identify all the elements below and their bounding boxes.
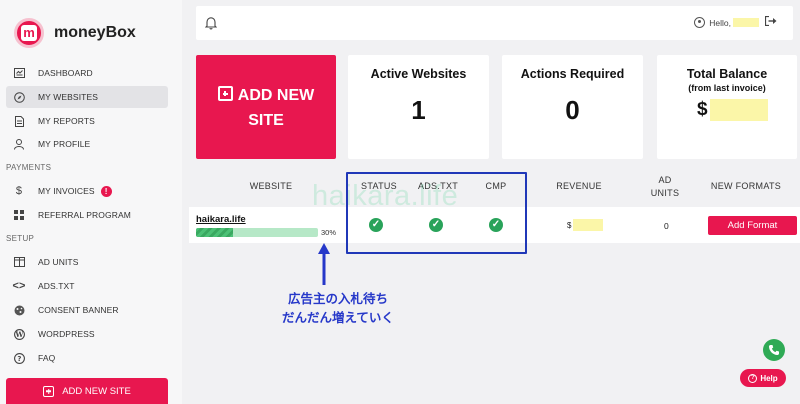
active-websites-card: Active Websites 1 bbox=[348, 55, 489, 159]
card-subtitle: (from last invoice) bbox=[688, 83, 766, 93]
card-title: Active Websites bbox=[370, 67, 467, 81]
sidebar-item-label: DASHBOARD bbox=[38, 68, 93, 78]
sidebar-item-wordpress[interactable]: W WORDPRESS bbox=[6, 323, 168, 345]
sidebar: m moneyBox DASHBOARD MY WEBSITES MY REPO… bbox=[0, 0, 182, 404]
sidebar-item-consent-banner[interactable]: CONSENT BANNER bbox=[6, 299, 168, 321]
logo-text-light: money bbox=[54, 24, 106, 41]
add-format-button[interactable]: Add Format bbox=[708, 216, 797, 235]
grid-icon bbox=[6, 210, 32, 220]
add-new-site-label: ADD NEW SITE bbox=[62, 385, 131, 397]
section-label-setup: SETUP bbox=[6, 234, 35, 243]
card-title: Actions Required bbox=[520, 67, 625, 81]
sidebar-item-my-invoices[interactable]: $ MY INVOICES ! bbox=[6, 180, 168, 202]
sidebar-item-ad-units[interactable]: AD UNITS bbox=[6, 251, 168, 273]
add-new-line1: ADD NEW bbox=[237, 87, 315, 104]
column-header-new-formats: NEW FORMATS bbox=[710, 181, 782, 191]
help-button[interactable]: ? Help bbox=[740, 369, 786, 387]
sidebar-item-referral-program[interactable]: REFERRAL PROGRAM bbox=[6, 204, 168, 226]
add-new-line2: SITE bbox=[248, 112, 284, 129]
logo-text-bold: Box bbox=[105, 24, 136, 41]
sidebar-item-label: WORDPRESS bbox=[38, 329, 95, 339]
column-header-ad-units: AD UNITS bbox=[644, 175, 686, 198]
section-label-payments: PAYMENTS bbox=[6, 163, 52, 172]
sidebar-item-faq[interactable]: ? FAQ bbox=[6, 347, 168, 369]
svg-text:W: W bbox=[14, 330, 23, 339]
redacted-revenue bbox=[573, 219, 604, 231]
annotation-arrow-icon bbox=[318, 243, 330, 285]
card-title: Total Balance bbox=[686, 67, 768, 81]
add-new-site-card[interactable]: ADD NEW SITE bbox=[196, 55, 336, 159]
columns-icon bbox=[6, 257, 32, 267]
question-icon: ? bbox=[6, 352, 32, 364]
sidebar-item-label: ADS.TXT bbox=[38, 281, 75, 291]
user-greeting: Hello, bbox=[694, 15, 777, 29]
header-line: UNITS bbox=[650, 188, 680, 198]
sidebar-item-label: MY INVOICES bbox=[38, 186, 95, 196]
sidebar-item-ads-txt[interactable]: <> ADS.TXT bbox=[6, 275, 168, 297]
top-bar: Hello, bbox=[196, 6, 793, 40]
actions-required-card: Actions Required 0 bbox=[502, 55, 643, 159]
sidebar-item-label: AD UNITS bbox=[38, 257, 79, 267]
code-icon: <> bbox=[12, 280, 26, 292]
greeting-text: Hello, bbox=[709, 17, 731, 28]
annotation-line: だんだん増えていく bbox=[282, 311, 394, 325]
sidebar-item-my-reports[interactable]: MY REPORTS bbox=[6, 110, 168, 132]
sidebar-item-label: FAQ bbox=[38, 353, 56, 363]
cookie-icon bbox=[6, 305, 32, 316]
header-line: AD bbox=[658, 175, 672, 185]
column-header-website: WEBSITE bbox=[249, 181, 293, 191]
sidebar-item-my-profile[interactable]: MY PROFILE bbox=[6, 133, 168, 155]
logo-text: moneyBox bbox=[54, 24, 136, 42]
sidebar-item-label: MY REPORTS bbox=[38, 116, 95, 126]
report-icon bbox=[6, 115, 32, 127]
annotation-text: 広告主の入札待ち だんだん増えていく bbox=[263, 290, 413, 328]
add-new-site-button[interactable]: ADD NEW SITE bbox=[6, 378, 168, 404]
alert-badge: ! bbox=[100, 185, 112, 197]
logo-letter: m bbox=[21, 25, 37, 41]
card-value: 0 bbox=[565, 95, 580, 125]
website-link[interactable]: haikara.life bbox=[196, 214, 246, 225]
logout-icon[interactable] bbox=[764, 15, 777, 29]
help-question-icon: ? bbox=[748, 373, 758, 383]
redacted-username bbox=[733, 18, 759, 27]
bell-icon[interactable] bbox=[205, 16, 217, 30]
redacted-balance bbox=[709, 99, 768, 121]
setup-progress-bar bbox=[196, 228, 318, 237]
column-header-revenue: REVENUE bbox=[556, 181, 602, 191]
dashboard-icon bbox=[6, 68, 32, 78]
total-balance-card: Total Balance (from last invoice) $ bbox=[657, 55, 797, 159]
annotation-line: 広告主の入札待ち bbox=[287, 292, 388, 306]
user-icon bbox=[6, 138, 32, 150]
help-label: Help bbox=[760, 373, 778, 383]
svg-text:?: ? bbox=[17, 355, 21, 363]
sidebar-item-label: CONSENT BANNER bbox=[38, 305, 119, 315]
plus-square-icon bbox=[217, 86, 233, 101]
sidebar-item-dashboard[interactable]: DASHBOARD bbox=[6, 62, 168, 84]
annotation-box bbox=[346, 172, 527, 254]
progress-percent: 30% bbox=[321, 228, 337, 237]
ad-units-count: 0 bbox=[664, 221, 669, 231]
user-circle-icon bbox=[694, 17, 706, 28]
currency-symbol: $ bbox=[697, 99, 708, 120]
card-value: 1 bbox=[411, 95, 426, 125]
logo[interactable]: m moneyBox bbox=[14, 18, 136, 48]
phone-icon bbox=[769, 345, 779, 355]
sidebar-item-label: MY WEBSITES bbox=[38, 92, 98, 102]
logo-icon: m bbox=[14, 18, 44, 48]
compass-icon bbox=[6, 91, 32, 103]
phone-button[interactable] bbox=[763, 339, 785, 361]
dollar-icon: $ bbox=[15, 185, 23, 197]
progress-fill bbox=[196, 228, 233, 237]
revenue-currency: $ bbox=[567, 220, 572, 230]
wordpress-icon: W bbox=[6, 328, 32, 340]
sidebar-item-label: MY PROFILE bbox=[38, 139, 91, 149]
sidebar-item-my-websites[interactable]: MY WEBSITES bbox=[6, 86, 168, 108]
sidebar-item-label: REFERRAL PROGRAM bbox=[38, 210, 131, 220]
revenue-cell: $ bbox=[567, 219, 604, 231]
plus-square-icon bbox=[43, 385, 55, 397]
